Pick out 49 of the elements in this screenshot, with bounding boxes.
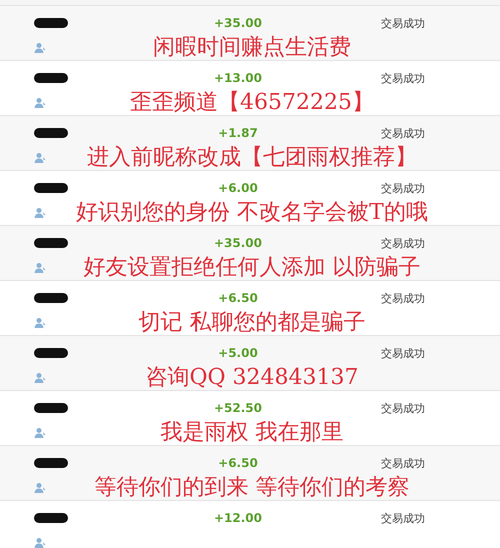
status-text: 交易成功	[381, 126, 425, 140]
amount-text: +35.00	[212, 16, 263, 30]
redaction-mark	[34, 128, 68, 138]
overlay-caption: 好识别您的身份 不改名字会被T的哦	[75, 201, 429, 225]
redaction-mark	[34, 458, 68, 468]
redaction-mark	[34, 18, 68, 28]
person-icon	[34, 262, 46, 274]
redaction-mark	[34, 403, 68, 413]
redaction-mark	[34, 348, 68, 358]
person-icon	[34, 482, 46, 494]
amount-text: +13.00	[212, 71, 263, 85]
person-icon	[34, 372, 46, 384]
redaction-mark	[34, 238, 68, 248]
overlay-caption: 我是雨权 我在那里	[160, 421, 344, 445]
amount-text: +6.00	[217, 181, 259, 195]
person-icon	[34, 427, 46, 439]
status-text: 交易成功	[381, 290, 425, 306]
redaction-mark	[34, 513, 68, 523]
person-icon	[34, 537, 46, 548]
overlay-caption: 闲暇时间赚点生活费	[152, 36, 352, 60]
person-icon	[34, 207, 46, 219]
status-text: 交易成功	[381, 70, 425, 86]
person-icon	[34, 97, 46, 109]
overlay-caption: 切记 私聊您的都是骗子	[138, 311, 366, 335]
person-icon	[34, 42, 46, 54]
status-text: 交易成功	[381, 346, 425, 360]
amount-text: +35.00	[212, 236, 263, 250]
status-text: 交易成功	[381, 180, 425, 196]
status-text: 交易成功	[381, 16, 425, 30]
overlay-caption: 咨询QQ 324843137	[144, 366, 360, 390]
status-text: 交易成功	[381, 456, 425, 470]
amount-text: +52.50	[212, 401, 263, 415]
redaction-mark	[34, 73, 68, 83]
person-icon	[34, 152, 46, 164]
status-text: 交易成功	[381, 510, 425, 526]
status-text: 交易成功	[381, 236, 425, 250]
overlay-caption: 进入前昵称改成【七团雨权推荐】	[86, 146, 418, 170]
redaction-mark	[34, 183, 68, 193]
person-icon	[34, 317, 46, 329]
status-text: 交易成功	[381, 400, 425, 416]
amount-text: +6.50	[217, 291, 259, 305]
amount-text: +1.87	[217, 126, 259, 140]
amount-text: +5.00	[217, 346, 259, 360]
overlay-caption: 好友设置拒绝任何人添加 以防骗子	[82, 256, 422, 280]
overlay-caption: 等待你们的到来 等待你们的考察	[94, 476, 410, 500]
overlay-caption: 歪歪频道【46572225】	[129, 91, 375, 115]
amount-text: +12.00	[212, 511, 263, 525]
amount-text: +6.50	[217, 456, 259, 470]
redaction-mark	[34, 293, 68, 303]
